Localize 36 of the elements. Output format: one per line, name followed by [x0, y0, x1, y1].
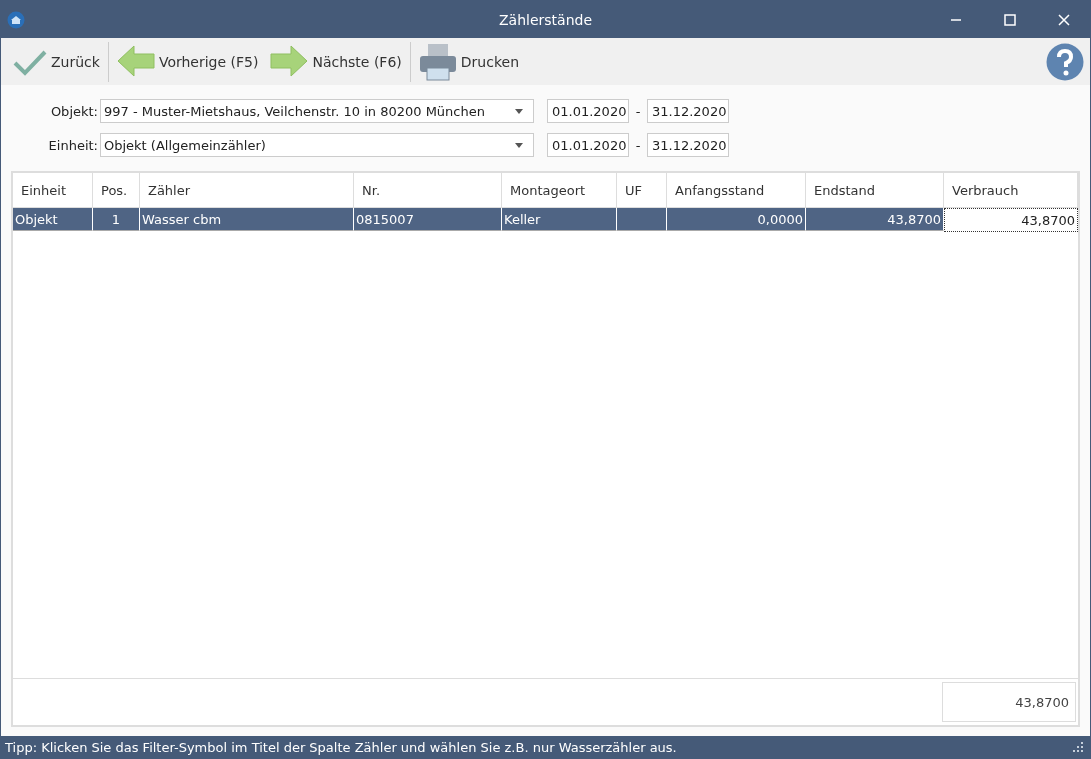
date-field[interactable]: 01.01.2020 — [547, 99, 629, 123]
field-label: Objekt: — [49, 103, 98, 119]
toolbar-button[interactable]: Zurück — [7, 39, 106, 84]
table-cell[interactable]: 1 — [93, 208, 140, 231]
table-cell[interactable]: 0815007 — [354, 208, 502, 231]
house-icon — [7, 10, 25, 29]
dropdown-field[interactable]: Objekt (Allgemeinzähler) — [100, 133, 534, 157]
maximize-icon[interactable] — [1004, 13, 1016, 26]
toolbar-button[interactable]: Drucken — [412, 39, 525, 84]
table-cell[interactable]: Keller — [502, 208, 617, 231]
date-field[interactable]: 01.01.2020 — [547, 133, 629, 157]
table-cell[interactable]: 0,0000 — [667, 208, 806, 231]
table-cell[interactable] — [617, 208, 667, 231]
window-title: Zählerstände — [498, 11, 592, 28]
date-field[interactable]: 31.12.2020 — [647, 99, 729, 123]
table-cell[interactable]: 43,8700 — [806, 208, 944, 231]
total-field: 43,8700 — [942, 682, 1076, 722]
toolbar-button[interactable]: Vorherige (F5) — [110, 39, 265, 84]
range-separator: - — [634, 103, 642, 119]
status-text: Tipp: Klicken Sie das Filter-Symbol im Titel der Spalte Zähler und wählen Sie z.B. nur Wasserzähler aus. — [5, 739, 677, 755]
table-cell[interactable]: 43,8700 — [944, 208, 1078, 232]
resize-grip-icon[interactable] — [1072, 741, 1084, 753]
date-field[interactable]: 31.12.2020 — [647, 133, 729, 157]
toolbar-button[interactable]: Nächste (F6) — [264, 39, 408, 84]
arrow-left-icon — [116, 44, 155, 79]
dropdown-field[interactable]: 997 - Muster-Mietshaus, Veilchenstr. 10 in 80200 München — [100, 99, 534, 123]
arrow-right-icon — [270, 44, 309, 79]
range-separator: - — [634, 137, 642, 153]
printer-icon — [418, 42, 457, 81]
caret-icon — [515, 108, 523, 114]
table-cell[interactable]: Objekt — [13, 208, 93, 231]
close-icon[interactable] — [1058, 13, 1070, 26]
help-icon[interactable] — [1046, 42, 1084, 81]
field-label: Einheit: — [47, 137, 98, 153]
caret-icon — [515, 142, 523, 148]
table-cell[interactable]: Wasser cbm — [140, 208, 354, 231]
